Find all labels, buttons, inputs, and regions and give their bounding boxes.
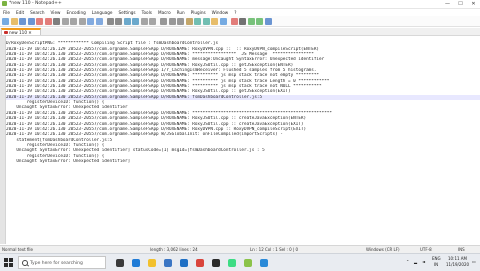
mail-icon[interactable]	[176, 255, 192, 270]
terminal-icon[interactable]	[208, 255, 224, 270]
tab-bar: new 110 ✕	[0, 28, 480, 36]
save-icon[interactable]	[19, 17, 26, 25]
play-icon[interactable]	[247, 17, 255, 25]
clock-time[interactable]: 10:11 AM	[448, 256, 467, 261]
windows-start-icon[interactable]	[4, 258, 13, 267]
menu-item[interactable]: View	[48, 10, 64, 15]
encoding[interactable]: UTF-8	[420, 247, 432, 252]
clock-date[interactable]: 11/19/2020	[446, 262, 469, 267]
find-icon[interactable]	[106, 17, 114, 25]
menu-item[interactable]: Run	[174, 10, 188, 15]
undo-icon[interactable]	[87, 17, 94, 25]
cut-icon[interactable]	[61, 17, 69, 25]
task-view-icon[interactable]	[112, 255, 128, 270]
save-macro-icon[interactable]	[264, 17, 272, 25]
copy-icon[interactable]	[70, 17, 77, 25]
record-icon[interactable]	[230, 17, 238, 25]
cursor-position: Ln : 12 Col : 1 Sel : 0 | 0	[250, 247, 299, 252]
search-icon	[22, 260, 28, 266]
taskbar: Type here for searching ⌃ ▂ ◄ ENG IN 10:…	[0, 253, 480, 271]
open-icon[interactable]	[10, 17, 18, 25]
monitor-icon[interactable]	[219, 17, 227, 25]
replace-icon[interactable]	[115, 17, 122, 25]
all-chars-icon[interactable]	[168, 17, 176, 25]
store-icon[interactable]	[160, 255, 176, 270]
menu-item[interactable]: Window	[209, 10, 232, 15]
edge-icon[interactable]	[128, 255, 144, 270]
taskbar-apps	[112, 255, 272, 270]
tray-up-icon[interactable]: ⌃	[406, 259, 409, 264]
udl-icon[interactable]	[185, 17, 193, 25]
paste-icon[interactable]	[78, 17, 86, 25]
indent-guide-icon[interactable]	[177, 17, 184, 25]
volume-icon[interactable]: ◄	[422, 259, 425, 264]
tab-new-110[interactable]: new 110 ✕	[1, 28, 41, 35]
menu-item[interactable]: Tools	[139, 10, 155, 15]
network-icon[interactable]: ▂	[414, 259, 417, 264]
file-explorer-icon[interactable]	[144, 255, 160, 270]
unsaved-icon	[4, 30, 8, 34]
chrome-icon[interactable]	[192, 255, 208, 270]
notepadpp-icon[interactable]	[240, 255, 256, 270]
editor-line[interactable]: Uncaught SyntaxError: Unexpected identif…	[6, 159, 480, 164]
title-bar: *new 110 - Notepad++ — ☐ ✕	[0, 0, 480, 9]
print-icon[interactable]	[53, 17, 60, 25]
sync-v-icon[interactable]	[140, 17, 148, 25]
toolbar	[0, 16, 480, 27]
android-studio-icon[interactable]	[224, 255, 240, 270]
play-multi-icon[interactable]	[256, 17, 263, 25]
menu-bar: File Edit Search View Encoding Language Settin…	[0, 9, 480, 16]
menu-item[interactable]: ?	[231, 10, 239, 15]
zoom-out-icon[interactable]	[132, 17, 139, 25]
notepadpp-icon	[2, 1, 7, 6]
input-language[interactable]: ENG	[432, 256, 441, 261]
tab-label: new 110 ✕	[9, 30, 32, 35]
editor[interactable]: D/RoxyDevScriptPNG: ************ Compili…	[0, 36, 480, 244]
input-region[interactable]: IN	[434, 262, 438, 267]
maximize-button[interactable]: ☐	[454, 0, 467, 8]
zoom-in-icon[interactable]	[123, 17, 131, 25]
redo-icon[interactable]	[95, 17, 103, 25]
new-icon[interactable]	[2, 17, 9, 25]
menu-item[interactable]: Plugins	[188, 10, 209, 15]
menu-item[interactable]: File	[0, 10, 13, 15]
notification-icon[interactable]: ▭	[472, 259, 476, 264]
wrap-icon[interactable]	[160, 17, 167, 25]
vscode-icon[interactable]	[256, 255, 272, 270]
menu-item[interactable]: Settings	[115, 10, 138, 15]
menu-item[interactable]: Macro	[155, 10, 174, 15]
menu-item[interactable]: Edit	[13, 10, 27, 15]
window-title: *new 110 - Notepad++	[9, 1, 62, 6]
close-button[interactable]: ✕	[467, 0, 480, 8]
insert-mode: INS	[458, 247, 465, 252]
file-type: Normal text file	[2, 247, 34, 252]
status-bar: Normal text file length : 3,062 lines : …	[0, 245, 480, 253]
menu-item[interactable]: Encoding	[63, 10, 88, 15]
minimize-button[interactable]: —	[441, 0, 454, 8]
function-list-icon[interactable]	[202, 17, 210, 25]
search-placeholder: Type here for searching	[30, 260, 83, 266]
close-all-icon[interactable]	[44, 17, 52, 25]
stop-icon[interactable]	[239, 17, 246, 25]
taskbar-search-input[interactable]: Type here for searching	[18, 256, 106, 269]
folder-workspace-icon[interactable]	[211, 17, 218, 25]
editor-text[interactable]: D/RoxyDevScriptPNG: ************ Compili…	[6, 36, 480, 244]
close-icon[interactable]	[36, 17, 43, 25]
save-all-icon[interactable]	[27, 17, 35, 25]
sync-h-icon[interactable]	[149, 17, 156, 25]
doc-map-icon[interactable]	[194, 17, 201, 25]
eol-format[interactable]: Windows (CR LF)	[366, 247, 400, 252]
menu-item[interactable]: Search	[27, 10, 47, 15]
doc-length: length : 3,062 lines : 24	[150, 247, 198, 252]
menu-item[interactable]: Language	[89, 10, 116, 15]
